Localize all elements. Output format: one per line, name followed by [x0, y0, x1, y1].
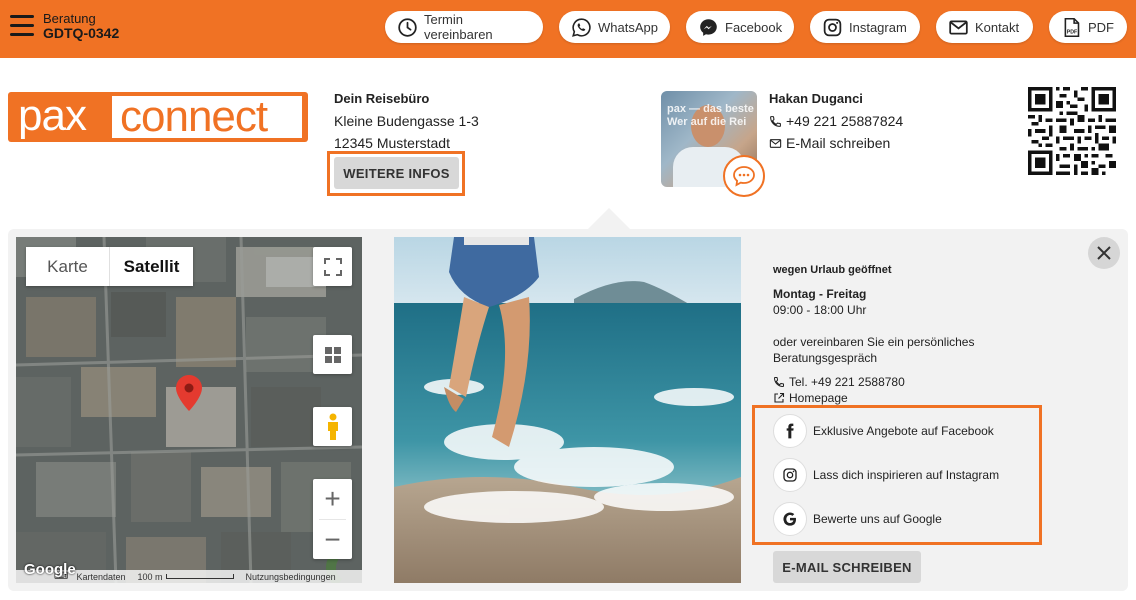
- social-instagram-link[interactable]: Lass dich inspirieren auf Instagram: [773, 457, 999, 493]
- panel-pointer: [587, 208, 631, 230]
- instagram-icon-circle: [773, 458, 807, 492]
- pdf-button-label: PDF: [1088, 19, 1114, 35]
- chat-button[interactable]: [723, 155, 765, 197]
- instagram-button[interactable]: Instagram: [810, 11, 920, 43]
- contact-button-label: Kontakt: [975, 19, 1020, 35]
- map-data-label[interactable]: Kartendaten: [76, 572, 125, 582]
- external-link-icon: [774, 392, 785, 403]
- contact-button[interactable]: Kontakt: [936, 11, 1033, 43]
- instagram-icon: [823, 18, 842, 36]
- social-instagram-label: Lass dich inspirieren auf Instagram: [813, 468, 1000, 482]
- zoom-control: + −: [313, 479, 352, 559]
- zoom-out-button[interactable]: −: [313, 520, 352, 560]
- logo-connect-box: connect: [112, 92, 302, 141]
- google-icon: [783, 512, 796, 526]
- beach-photo: [394, 237, 741, 583]
- agent-email-link[interactable]: E-Mail schreiben: [769, 132, 903, 154]
- office-street: Kleine Budengasse 1-3: [334, 113, 479, 129]
- status-text: wegen Urlaub geöffnet: [773, 264, 892, 276]
- map-terms-link[interactable]: Nutzungsbedingungen: [246, 572, 336, 582]
- qr-code: [1028, 87, 1116, 175]
- opening-hours: 09:00 - 18:00 Uhr: [773, 303, 867, 317]
- phone-icon: [773, 377, 784, 388]
- agent-phone-row[interactable]: +49 221 25887824: [769, 110, 903, 132]
- facebook-icon-circle: [773, 414, 807, 448]
- street-view-button[interactable]: [313, 407, 352, 446]
- zoom-in-button[interactable]: +: [313, 479, 352, 519]
- agent-name: Hakan Duganci: [769, 91, 863, 106]
- google-logo: Google: [24, 561, 76, 578]
- more-info-button[interactable]: WEITERE INFOS: [334, 157, 459, 189]
- fullscreen-icon: [323, 257, 342, 276]
- facebook-button[interactable]: Facebook: [686, 11, 794, 43]
- pdf-button[interactable]: PDF PDF: [1049, 11, 1127, 43]
- office-address: Dein Reisebüro Kleine Budengasse 1-3 123…: [334, 88, 479, 154]
- messenger-icon: [700, 18, 717, 36]
- office-phone: Tel. +49 221 2588780: [789, 375, 905, 389]
- whatsapp-button[interactable]: WhatsApp: [559, 11, 670, 43]
- map-scale-label: 100 m: [137, 571, 163, 582]
- pdf-icon: PDF: [1064, 17, 1080, 37]
- appointment-button-label: Termin vereinbaren: [424, 12, 493, 42]
- pax-connect-logo[interactable]: pax connect: [8, 92, 308, 142]
- map-tab-karte[interactable]: Karte: [26, 247, 109, 286]
- agent-email-label: E-Mail schreiben: [786, 135, 891, 151]
- agent-photo-text: pax — das beste Wer auf die Rei: [667, 103, 754, 128]
- logo-text-connect: connect: [120, 92, 268, 141]
- agent-info: Hakan Duganci +49 221 25887824 E-Mail sc…: [769, 88, 903, 154]
- appointment-note-1: oder vereinbaren Sie ein persönliches: [773, 335, 975, 349]
- social-facebook-link[interactable]: Exklusive Angebote auf Facebook: [773, 413, 994, 449]
- facebook-button-label: Facebook: [725, 19, 783, 35]
- whatsapp-icon: [572, 17, 591, 37]
- svg-text:PDF: PDF: [1067, 29, 1078, 35]
- satellite-map[interactable]: [16, 237, 362, 583]
- mail-icon: [949, 20, 968, 34]
- beratung-label: Beratung: [43, 11, 96, 26]
- map-scale-bar: [165, 574, 234, 579]
- map-satellite-imagery: [16, 237, 362, 583]
- clock-icon: [398, 17, 417, 37]
- appointment-button[interactable]: Termin vereinbaren: [385, 11, 543, 43]
- fullscreen-button[interactable]: [313, 247, 352, 286]
- map-layers-button[interactable]: [313, 335, 352, 374]
- logo-text-pax: pax: [18, 91, 87, 140]
- close-icon: [1097, 246, 1111, 260]
- map-tab-satellit[interactable]: Satellit: [109, 247, 193, 286]
- facebook-icon: [786, 423, 794, 439]
- appointment-note-2: Beratungsgespräch: [773, 351, 878, 365]
- google-icon-circle: [773, 502, 807, 536]
- grid-icon: [324, 346, 341, 363]
- homepage-label: Homepage: [789, 391, 848, 405]
- instagram-icon: [783, 468, 797, 482]
- beratung-info: Beratung GDTQ-0342: [43, 11, 119, 41]
- instagram-button-label: Instagram: [849, 19, 907, 35]
- homepage-link[interactable]: Homepage: [773, 390, 974, 406]
- close-button[interactable]: [1088, 237, 1120, 269]
- chat-icon: [733, 166, 755, 187]
- social-google-label: Bewerte uns auf Google: [813, 512, 942, 526]
- pegman-icon: [327, 413, 338, 440]
- whatsapp-button-label: WhatsApp: [598, 19, 658, 35]
- office-phone-link[interactable]: Tel. +49 221 2588780: [773, 374, 974, 390]
- beratung-code: GDTQ-0342: [43, 25, 120, 41]
- opening-days: Montag - Freitag: [773, 287, 867, 301]
- opening-info: wegen Urlaub geöffnet Montag - Freitag 0…: [773, 262, 974, 406]
- envelope-icon: [769, 138, 782, 148]
- social-google-link[interactable]: Bewerte uns auf Google: [773, 501, 942, 537]
- map-type-toggle: Karte Satellit: [26, 247, 193, 286]
- phone-icon: [770, 115, 781, 127]
- social-facebook-label: Exklusive Angebote auf Facebook: [813, 424, 994, 438]
- email-button[interactable]: E-MAIL SCHREIBEN: [773, 551, 921, 583]
- office-name: Dein Reisebüro: [334, 91, 430, 106]
- agent-phone: +49 221 25887824: [786, 113, 904, 129]
- menu-icon[interactable]: [10, 15, 34, 37]
